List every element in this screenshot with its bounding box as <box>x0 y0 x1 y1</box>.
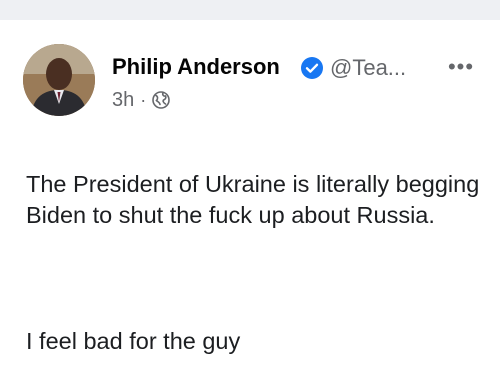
more-icon: ••• <box>447 54 475 79</box>
avatar-photo <box>23 44 95 116</box>
feed-top-strip <box>0 0 500 20</box>
more-options-button[interactable]: ••• <box>444 54 478 79</box>
author-handle[interactable]: @Tea... <box>330 55 406 81</box>
verified-badge-icon <box>301 57 323 79</box>
post-text: The President of Ukraine is literally be… <box>26 137 486 389</box>
globe-icon[interactable] <box>152 91 171 109</box>
avatar[interactable] <box>23 44 95 116</box>
author-name[interactable]: Philip Anderson <box>112 54 280 80</box>
post-meta: 3h · <box>112 88 171 112</box>
post-time[interactable]: 3h <box>112 89 134 112</box>
post-card: Philip Anderson @Tea... ••• 3h · The Pre… <box>0 20 500 354</box>
meta-separator: · <box>140 89 147 110</box>
post-paragraph: I feel bad for the guy <box>26 328 241 354</box>
post-paragraph: The President of Ukraine is literally be… <box>26 170 480 229</box>
